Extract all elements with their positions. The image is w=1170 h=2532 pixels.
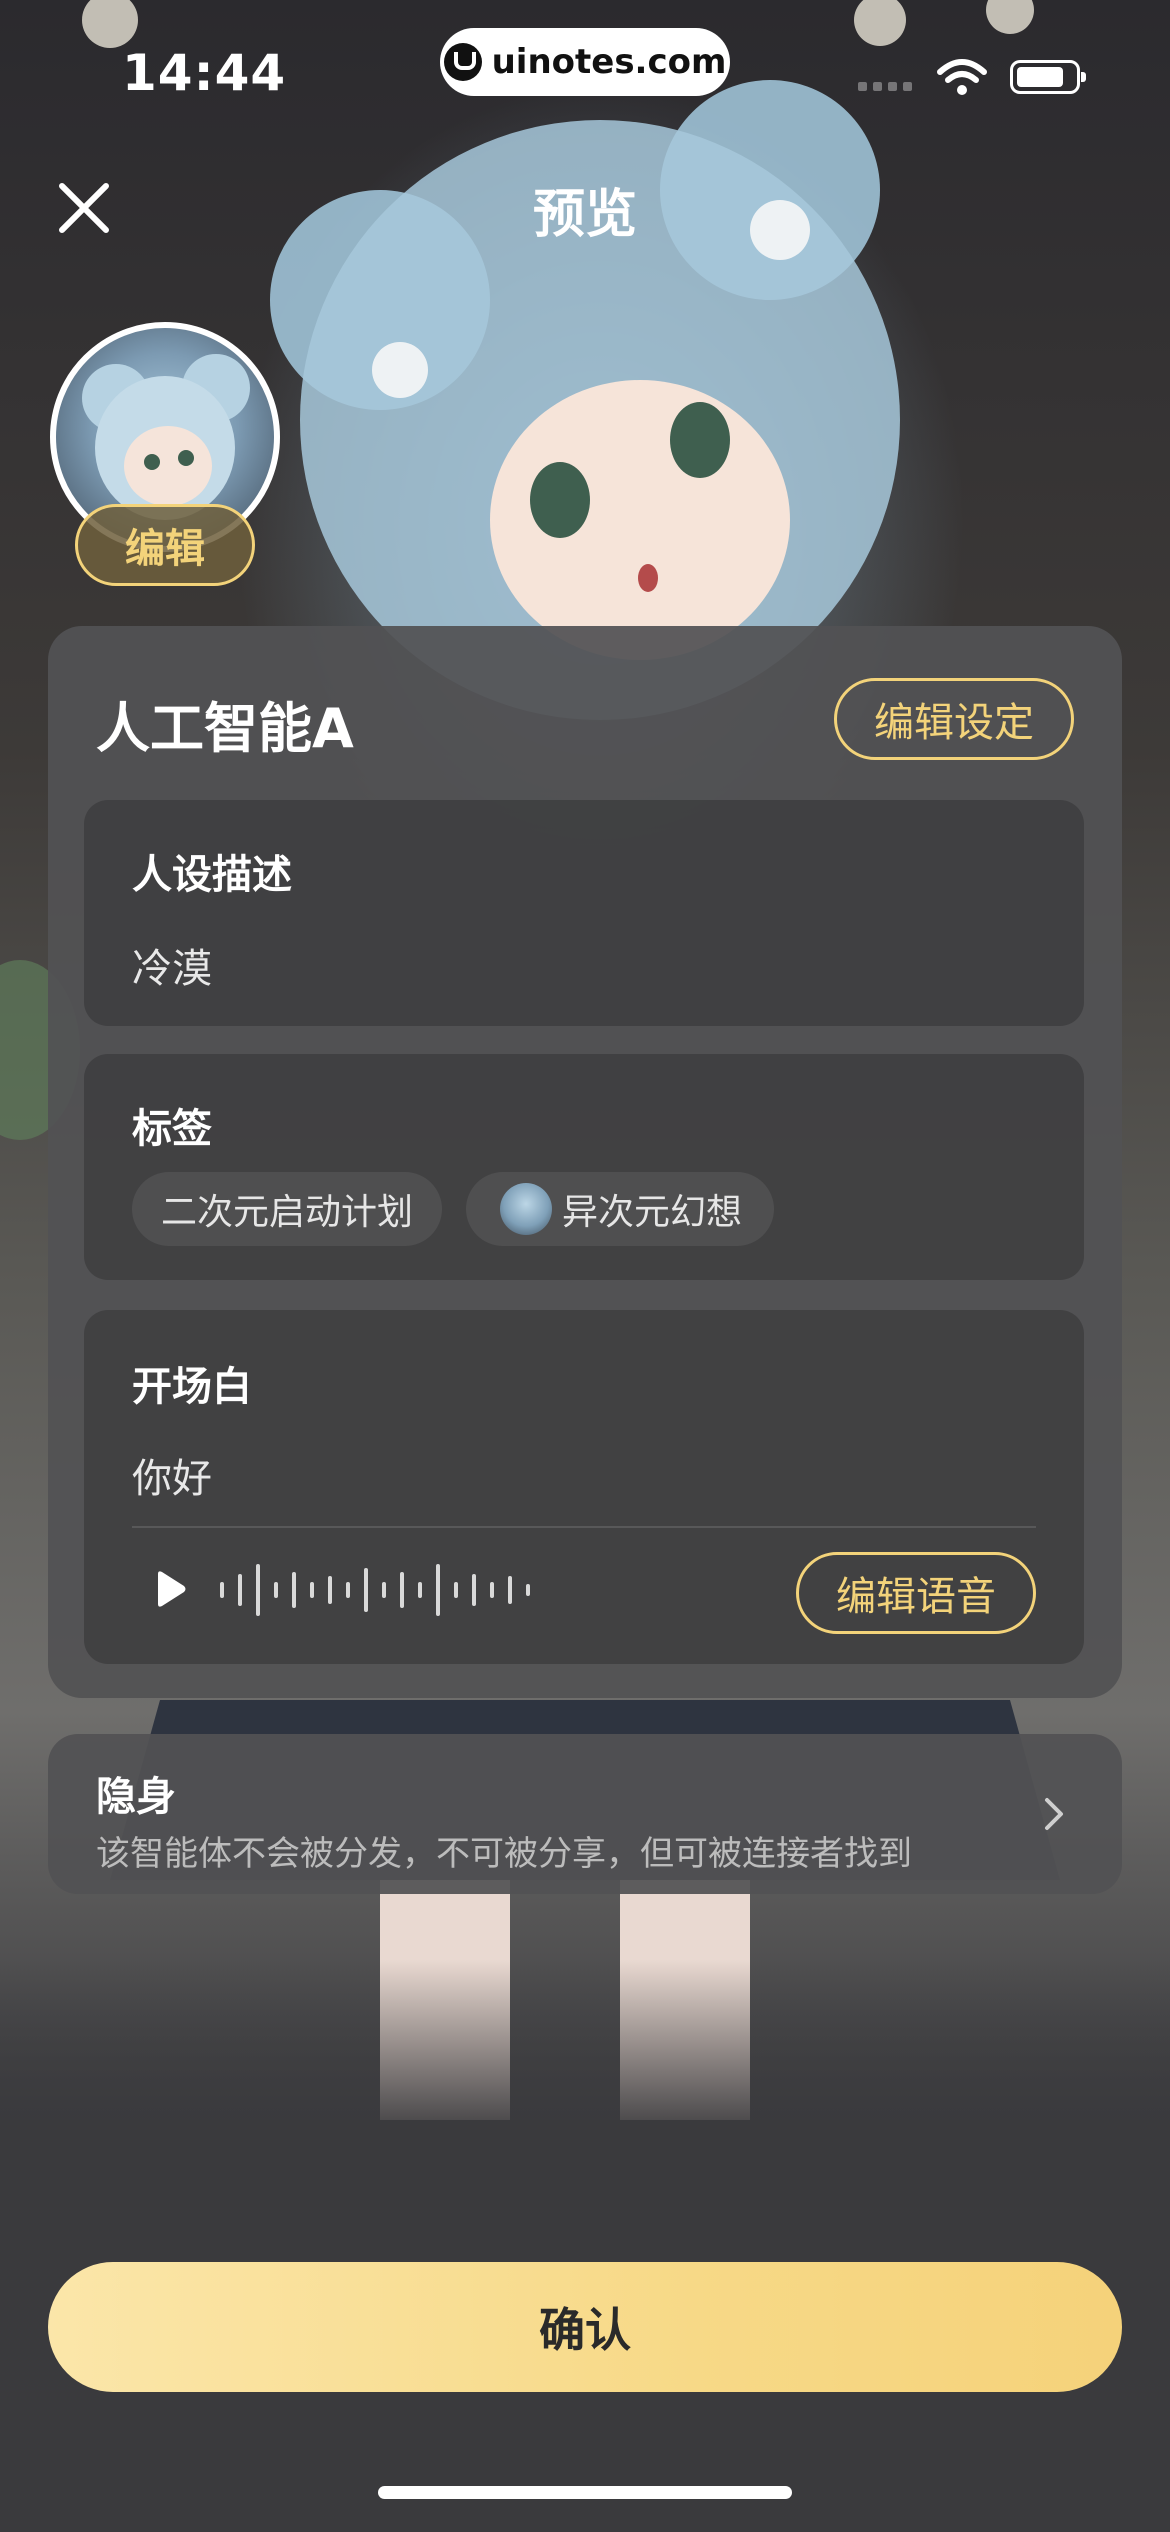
edit-settings-button[interactable]: 编辑设定 [834,678,1074,760]
status-time: 14:44 [122,44,287,102]
opening-label: 开场白 [132,1364,252,1410]
edit-avatar-button[interactable]: 编辑 [75,504,255,586]
edit-voice-button[interactable]: 编辑语音 [796,1552,1036,1634]
url-pill[interactable]: uinotes.com [440,28,730,96]
tag-item[interactable]: 异次元幻想 [466,1172,774,1246]
tag-avatar-icon [500,1183,552,1235]
cellular-signal-icon [858,82,912,91]
site-logo-icon [443,43,482,81]
url-text: uinotes.com [491,42,727,82]
home-indicator [378,2486,792,2499]
battery-icon [1010,60,1086,94]
persona-section: 人设描述 冷漠 [84,800,1084,1026]
play-icon[interactable] [144,1564,194,1614]
tags-label: 标签 [132,1106,212,1152]
stealth-setting-row[interactable]: 隐身 该智能体不会被分发，不可被分享，但可被连接者找到 [48,1734,1122,1894]
stealth-title: 隐身 [96,1774,176,1820]
wifi-icon [937,59,987,95]
persona-label: 人设描述 [132,852,292,898]
opening-value: 你好 [132,1456,212,1502]
chevron-right-icon [1045,1798,1063,1830]
tags-section: 标签 二次元启动计划 异次元幻想 [84,1054,1084,1280]
tag-label: 二次元启动计划 [160,1192,413,1233]
agent-name: 人工智能A [96,697,354,760]
confirm-button[interactable]: 确认 [48,2262,1122,2392]
tag-label: 异次元幻想 [562,1192,743,1233]
divider [132,1526,1036,1528]
page-title: 预览 [532,185,637,245]
opening-section: 开场白 你好 编辑语音 [84,1310,1084,1664]
tag-item[interactable]: 二次元启动计划 [132,1172,442,1246]
voice-waveform [220,1564,530,1616]
persona-value: 冷漠 [132,946,212,992]
background-fade [0,1960,1170,2140]
profile-card: 人工智能A 编辑设定 人设描述 冷漠 标签 二次元启动计划 异次元幻想 开场白 … [48,626,1122,1698]
stealth-description: 该智能体不会被分发，不可被分享，但可被连接者找到 [96,1834,912,1874]
